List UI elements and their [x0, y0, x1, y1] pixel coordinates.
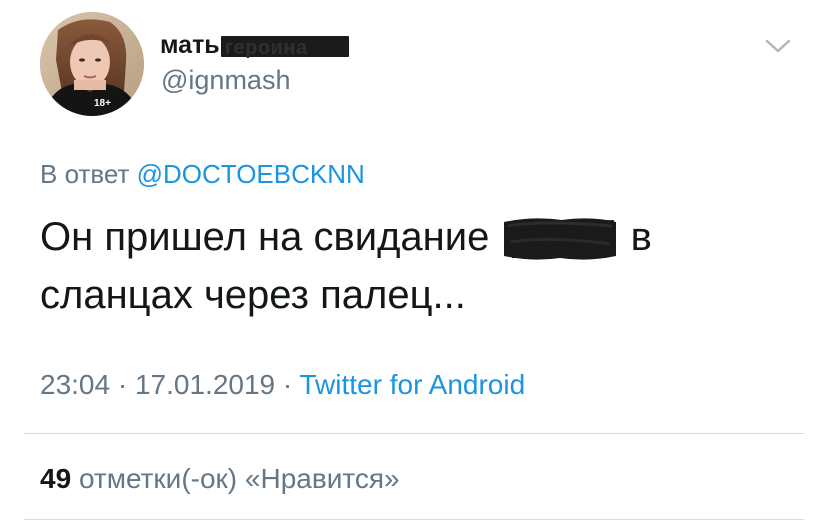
tweet-time[interactable]: 23:04 — [40, 369, 110, 400]
avatar-image — [40, 12, 144, 116]
likes-stat[interactable]: 49 отметки(-ок) «Нравится» — [40, 460, 400, 498]
author-handle[interactable]: @ignmash — [161, 62, 290, 98]
avatar[interactable]: 18+ — [40, 12, 144, 116]
likes-label: отметки(-ок) «Нравится» — [78, 463, 400, 494]
display-name[interactable]: мать — [160, 28, 220, 62]
divider-top — [24, 433, 804, 434]
tweet-text: Он пришел на свидание в сланцах через па… — [40, 208, 800, 324]
tweet-meta: 23:04 · 17.01.2019 · Twitter for Android — [40, 366, 525, 404]
meta-separator-1: · — [117, 369, 128, 400]
name-redaction-mark: героина — [220, 35, 349, 59]
tweet-date[interactable]: 17.01.2019 — [135, 369, 275, 400]
divider-bottom — [24, 519, 804, 520]
reply-prefix: В ответ — [40, 159, 130, 189]
text-redaction-scribble — [502, 212, 618, 262]
avatar-badge: 18+ — [94, 98, 111, 109]
tweet-text-part-1: Он пришел на свидание — [40, 215, 490, 259]
chevron-down-icon[interactable] — [764, 36, 792, 56]
meta-separator-2: · — [282, 369, 293, 400]
tweet-source-link[interactable]: Twitter for Android — [300, 369, 526, 400]
reply-mention-link[interactable]: @DOCTOEBCKNN — [137, 159, 365, 189]
likes-count: 49 — [40, 463, 72, 494]
author-name-row[interactable]: мать героина — [160, 28, 349, 62]
obscured-name-text: героина — [224, 36, 308, 59]
reply-context: В ответ @DOCTOEBCKNN — [40, 156, 365, 192]
